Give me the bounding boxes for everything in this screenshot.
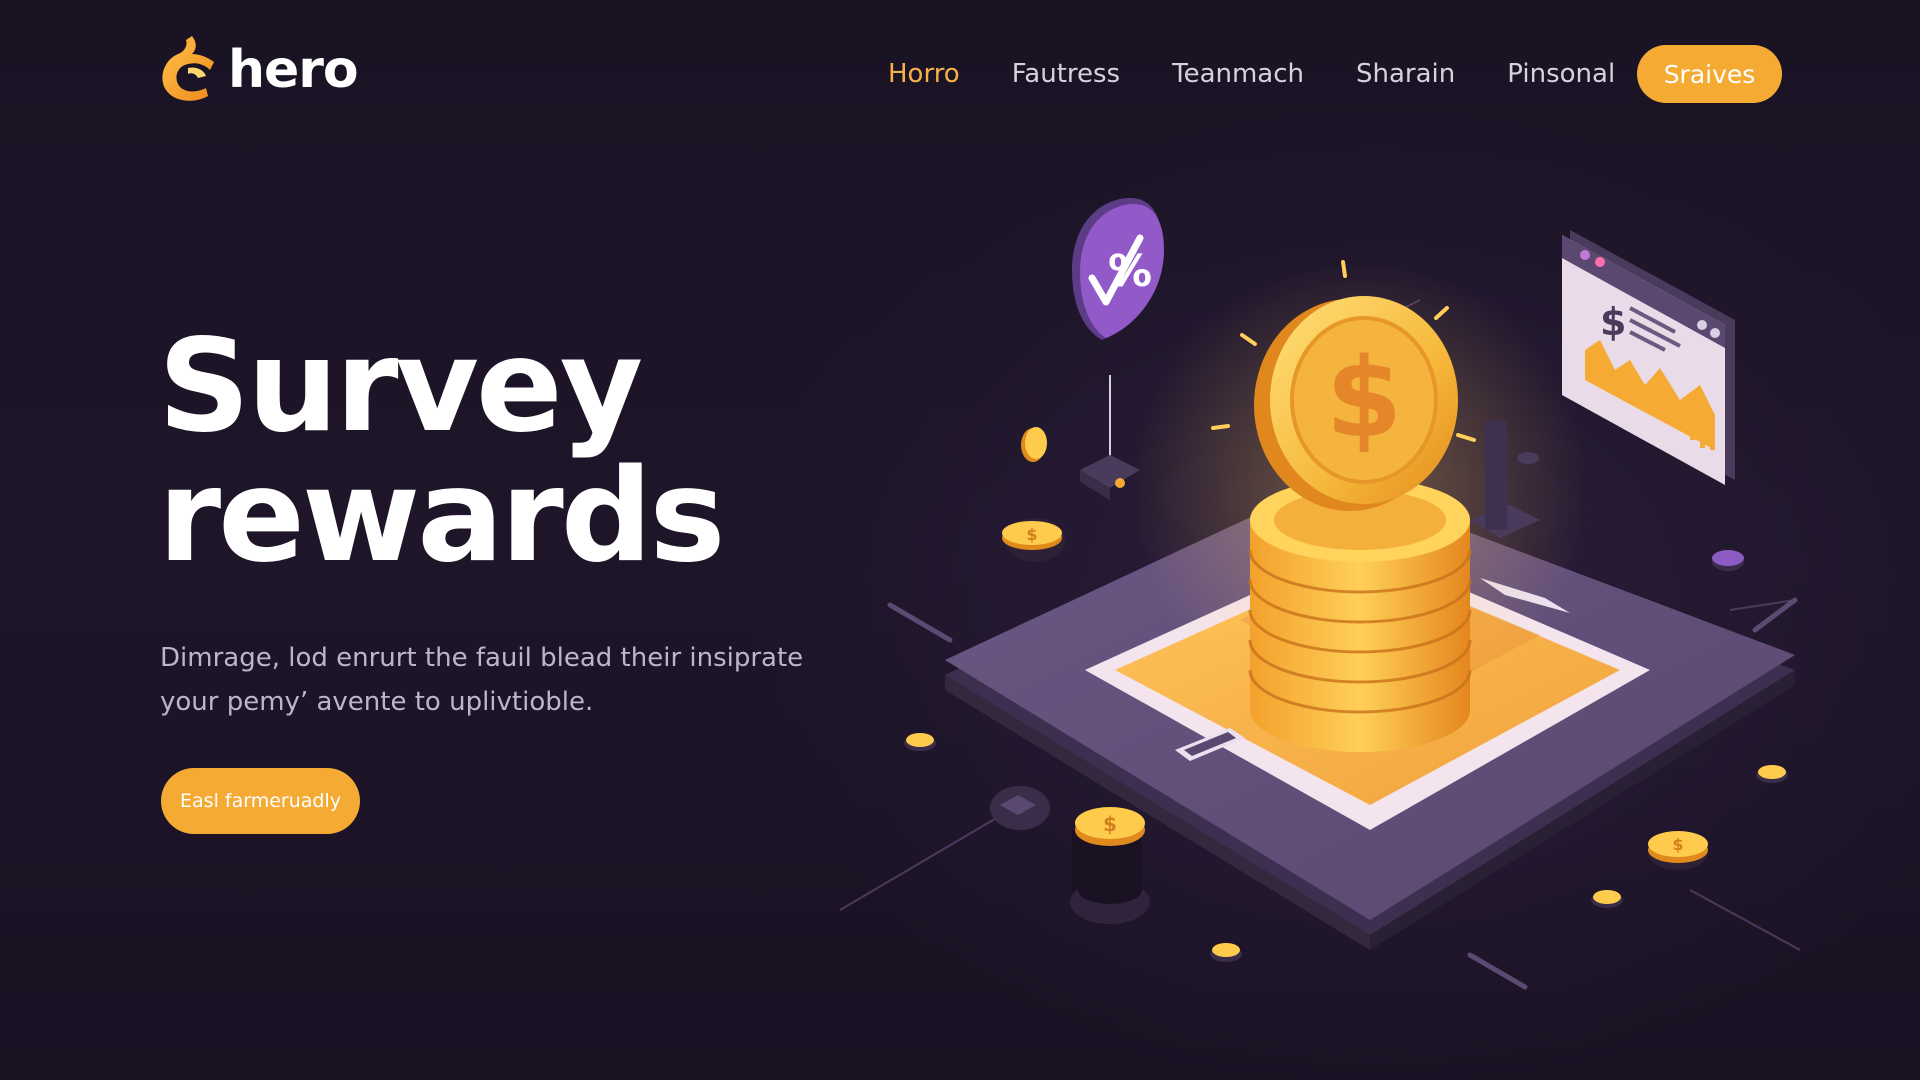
badge-percent-symbol: %: [1108, 246, 1152, 297]
hero-title-line-2: rewards: [158, 442, 725, 591]
brand-name: hero: [228, 40, 359, 100]
logo[interactable]: hero: [158, 32, 359, 102]
isometric-rewards-illustration: $ % $ $ $ $: [840, 198, 1801, 990]
nav-item-pinsonal[interactable]: Pinsonal: [1507, 56, 1615, 92]
landing-page: hero Horro Fautress Teanmach Sharain Pin…: [0, 0, 1920, 1080]
svg-text:$: $: [1600, 300, 1626, 344]
site-header: hero Horro Fautress Teanmach Sharain Pin…: [0, 0, 1920, 150]
svg-text:$: $: [1103, 812, 1117, 836]
nav-item-horro[interactable]: Horro: [888, 56, 960, 92]
coin-stack-icon: [1248, 478, 1472, 752]
hero-cta-button[interactable]: Easl farmeruadly: [161, 768, 360, 834]
nav-item-fautress[interactable]: Fautress: [1012, 56, 1120, 92]
hero-title: Survey rewards: [158, 312, 725, 591]
flame-logo-icon: [162, 36, 214, 101]
header-cta-button[interactable]: Sraives: [1637, 45, 1782, 103]
hero-illustration: $ % $ $ $ $: [840, 190, 1840, 1030]
nav-item-teanmach[interactable]: Teanmach: [1172, 56, 1304, 92]
svg-text:$: $: [1672, 835, 1683, 854]
nav-item-sharain[interactable]: Sharain: [1356, 56, 1455, 92]
coin-dollar-symbol: $: [1326, 334, 1403, 462]
hero-title-line-1: Survey: [158, 312, 643, 461]
svg-text:$: $: [1026, 525, 1037, 544]
hero-description: Dimrage, lod enrurt the fauil blead thei…: [160, 643, 804, 717]
main-nav: Horro Fautress Teanmach Sharain Pinsonal: [888, 56, 1667, 92]
